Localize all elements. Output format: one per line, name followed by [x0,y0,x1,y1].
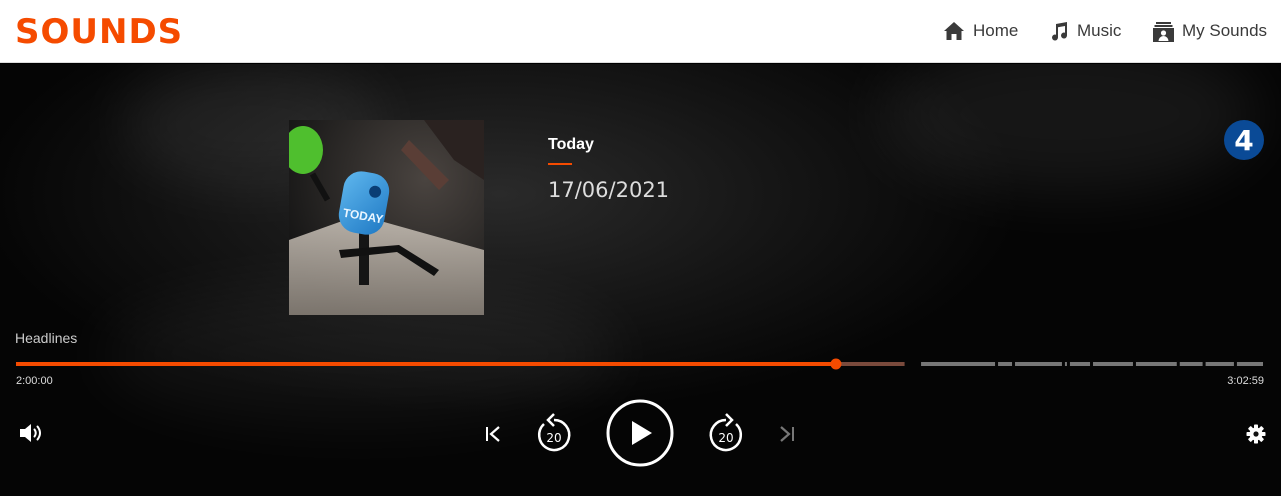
radio-4-badge[interactable]: 4 [1224,120,1264,160]
site-header: SOUNDS Home Music My Sounds [0,0,1281,63]
nav-music-label: Music [1077,21,1122,40]
play-button[interactable] [606,399,674,471]
progress-scrubber-handle[interactable] [830,358,842,370]
nav-music[interactable]: Music [1049,17,1121,45]
nav-home-label: Home [973,21,1019,40]
player-panel: TODAY Today 17/06/2021 4 Headlines 2:00:… [0,64,1281,496]
microphone-image: TODAY [289,120,484,315]
next-track-icon [780,426,794,442]
progress-bar[interactable] [16,358,1264,370]
background-glow [880,64,1260,194]
nav-my-sounds-label: My Sounds [1182,21,1268,40]
radio-4-logo-icon: 4 [1224,120,1264,160]
sounds-logo[interactable]: SOUNDS [15,10,183,54]
progress-segment [1069,362,1091,366]
nav-my-sounds[interactable]: My Sounds [1153,17,1267,45]
svg-text:20: 20 [718,431,733,445]
home-icon [944,22,964,40]
play-icon [606,399,674,467]
progress-segment [1205,362,1234,366]
previous-button[interactable] [484,425,502,447]
progress-buffered [835,362,905,366]
progress-segment [1064,362,1067,366]
music-note-icon [1052,22,1068,41]
volume-button[interactable] [19,421,47,449]
elapsed-time: 2:00:00 [16,375,53,387]
skip-forward-button[interactable]: 20 [706,412,746,460]
progress-segment [1093,362,1133,366]
progress-segment [1135,362,1177,366]
episode-date: 17/06/2021 [548,178,670,202]
my-sounds-icon [1153,21,1174,42]
next-button[interactable] [778,425,796,447]
svg-text:20: 20 [546,431,561,445]
total-duration: 3:02:59 [1227,375,1264,387]
episode-artwork: TODAY [289,120,484,315]
rewind-20-icon: 20 [537,413,571,452]
segment-label: Headlines [15,330,78,346]
progress-segment [1015,362,1062,366]
progress-played [16,362,836,366]
progress-segment [998,362,1013,366]
episode-title[interactable]: Today [548,136,594,154]
skip-back-button[interactable]: 20 [534,412,574,460]
nav-home[interactable]: Home [943,17,1018,45]
progress-segment [1236,362,1263,366]
gear-icon [1246,424,1266,444]
progress-segment [1179,362,1203,366]
title-underline [548,163,572,165]
previous-track-icon [486,426,500,442]
progress-segment [921,362,996,366]
forward-20-icon: 20 [709,413,743,452]
svg-text:4: 4 [1234,124,1253,157]
volume-icon [20,424,41,442]
settings-button[interactable] [1246,424,1266,448]
